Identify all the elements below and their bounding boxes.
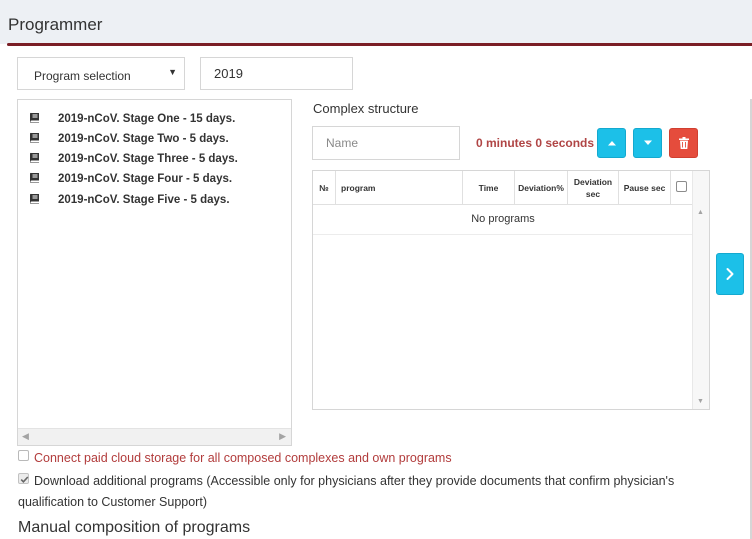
book-icon — [30, 172, 40, 183]
book-icon — [30, 193, 40, 204]
complex-structure-heading: Complex structure — [313, 101, 419, 116]
column-header-deviation-sec: Deviation sec — [568, 171, 619, 205]
scroll-left-icon[interactable]: ◀ — [22, 431, 29, 442]
column-header-time: Time — [463, 171, 515, 205]
program-list-item[interactable]: 2019-nCoV. Stage Three - 5 days. — [30, 152, 238, 170]
complex-duration: 0 minutes 0 seconds — [476, 136, 595, 150]
program-list-item[interactable]: 2019-nCoV. Stage Two - 5 days. — [30, 132, 229, 150]
column-header-program: program — [336, 171, 463, 205]
program-list-item-label: 2019-nCoV. Stage One - 15 days. — [58, 113, 236, 125]
table-row-divider — [313, 234, 693, 235]
header-bar: Programmer — [0, 0, 752, 44]
manual-composition-heading: Manual composition of programs — [18, 519, 251, 536]
book-icon — [30, 112, 40, 123]
empty-table-message: No programs — [471, 213, 535, 225]
move-down-button[interactable] — [633, 128, 662, 158]
cloud-storage-checkbox[interactable] — [18, 450, 29, 461]
book-icon — [30, 132, 40, 143]
complex-name-input[interactable] — [312, 126, 460, 160]
program-list-item[interactable]: 2019-nCoV. Stage One - 15 days. — [30, 112, 235, 130]
program-selection-dropdown[interactable]: Program selection ▼ — [17, 57, 185, 90]
vertical-scrollbar[interactable]: ▲ ▼ — [692, 171, 709, 409]
program-list-item-label: 2019-nCoV. Stage Two - 5 days. — [58, 133, 229, 145]
program-list-item-label: 2019-nCoV. Stage Five - 5 days. — [58, 194, 230, 206]
caret-down-icon — [643, 140, 652, 145]
column-header-number: № — [313, 171, 336, 205]
caret-up-icon — [607, 141, 616, 146]
book-icon — [30, 152, 40, 163]
program-list-item[interactable]: 2019-nCoV. Stage Four - 5 days. — [30, 172, 232, 190]
horizontal-scrollbar[interactable]: ◀ ▶ — [18, 428, 291, 445]
next-button[interactable] — [716, 253, 744, 295]
program-selection-label: Program selection — [34, 69, 131, 83]
complex-programs-table: № program Time Deviation% Deviation sec … — [312, 170, 710, 410]
delete-button[interactable] — [669, 128, 698, 158]
column-header-pause-sec: Pause sec — [619, 171, 671, 205]
column-header-deviation-percent: Deviation% — [515, 171, 568, 205]
dropdown-arrow-icon: ▼ — [168, 67, 177, 77]
table-header-divider — [313, 204, 693, 205]
cloud-storage-label: Connect paid cloud storage for all compo… — [34, 451, 452, 465]
program-list-item-label: 2019-nCoV. Stage Three - 5 days. — [58, 153, 238, 165]
header-divider — [7, 43, 752, 46]
scroll-right-icon[interactable]: ▶ — [279, 431, 286, 442]
chevron-right-icon — [726, 268, 734, 280]
program-list: 2019-nCoV. Stage One - 15 days. 2019-nCo… — [17, 99, 292, 446]
select-all-checkbox[interactable] — [676, 181, 687, 192]
download-additional-label: Download additional programs (Accessible… — [18, 474, 675, 509]
year-input[interactable] — [200, 57, 353, 90]
move-up-button[interactable] — [597, 128, 626, 158]
program-list-item[interactable]: 2019-nCoV. Stage Five - 5 days. — [30, 193, 230, 211]
scroll-up-icon[interactable]: ▲ — [697, 209, 704, 216]
trash-icon — [678, 137, 689, 149]
program-list-item-label: 2019-nCoV. Stage Four - 5 days. — [58, 173, 233, 185]
page-title: Programmer — [8, 15, 103, 34]
scroll-down-icon[interactable]: ▼ — [697, 398, 704, 405]
